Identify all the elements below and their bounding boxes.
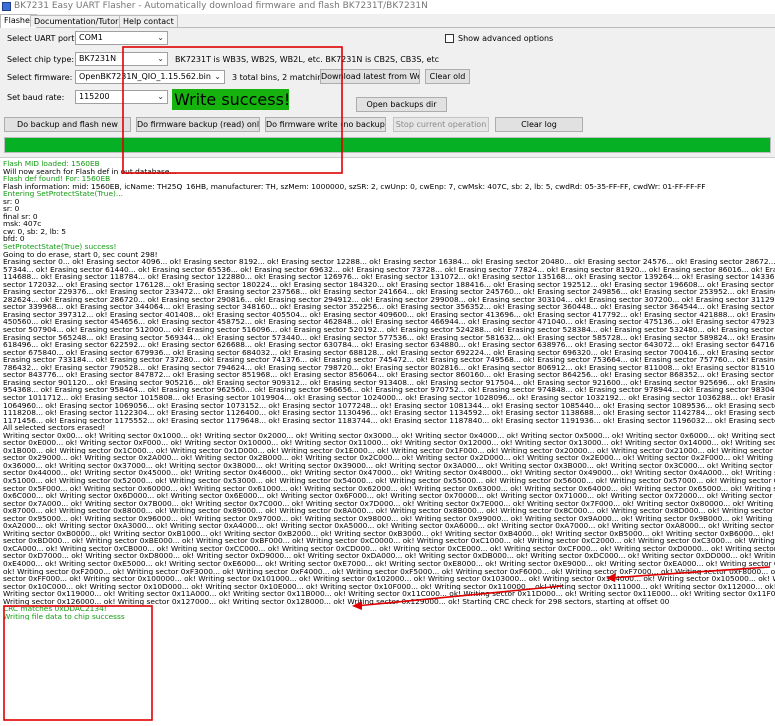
title-bar: BK7231 Easy UART Flasher - Automatically… [0,0,775,14]
log-line: 1064960... ok! Erasing sector 1069056...… [3,401,775,410]
backup-read-button[interactable]: Do firmware backup (read) only [136,117,260,132]
log-line: 0x87000... ok! Writing sector 0x88000...… [3,507,775,515]
open-backups-button[interactable]: Open backups dir [356,97,447,112]
log-line: Erasing sector 229376... ok! Erasing sec… [3,288,775,296]
log-line: 114688... ok! Erasing sector 118784... o… [3,273,775,281]
log-output[interactable]: Flash MID loaded: 1560EB Will now search … [0,157,775,726]
log-line: 954368... ok! Erasing sector 958464... o… [3,386,775,394]
log-line: sector 0x44000... ok! Writing sector 0x4… [3,469,775,477]
log-line: sector 0x95000... ok! Writing sector 0x9… [3,514,775,523]
log-line: sr: 0 [3,197,20,206]
app-icon [2,2,11,11]
log-line: 0x36000... ok! Writing sector 0x37000...… [3,461,775,470]
log-line: 282624... ok! Erasing sector 286720... o… [3,295,775,304]
log-line: 0xCA000... ok! Writing sector 0xCB000...… [3,544,775,553]
download-latest-button[interactable]: Download latest from Web [320,69,420,84]
chevron-down-icon: ⌄ [214,72,221,81]
log-line: Flash MID loaded: 1560EB [3,160,100,168]
log-line: sector 0xE000... ok! Writing sector 0xF0… [3,439,775,447]
log-line: 786432... ok! Erasing sector 790528... o… [3,363,775,372]
log-line: msk: 407c [3,220,42,228]
log-line: Erasing sector 397312... ok! Erasing sec… [3,310,775,319]
log-line: bfd: 0 [3,235,25,244]
tab-help-contact[interactable]: Help contact [119,15,178,27]
log-line: sector 172032... ok! Erasing sector 1761… [3,280,775,289]
write-success-banner: Write success! [172,89,291,110]
log-line: sector 0x7A000... ok! Writing sector 0x7… [3,499,775,508]
log-line: 1118208... ok! Erasing sector 1122304...… [3,409,775,417]
chip-type-value: BK7231N [79,54,117,63]
chevron-down-icon: ⌄ [157,54,164,63]
advanced-options-label: Show advanced options [458,34,554,43]
baud-rate-value: 115200 [79,92,110,101]
log-line: Erasing sector 565248... ok! Erasing sec… [3,333,775,342]
backup-and-flash-button[interactable]: Do backup and flash new [4,117,131,132]
window-title: BK7231 Easy UART Flasher - Automatically… [14,1,428,11]
log-line: CRC matches 0xDDAC2134! [3,605,107,613]
log-line: All selected sectors erased! [3,424,106,432]
progress-bar [4,137,771,153]
log-line: 450560... ok! Erasing sector 454656... o… [3,318,775,327]
log-line: sector 0xFF000... ok! Writing sector 0x1… [3,575,775,583]
log-line: 0x1B000... ok! Writing sector 0x1C000...… [3,446,775,455]
firmware-label: Select firmware: [7,73,73,82]
bins-note: 3 total bins, 2 matching. [232,73,330,82]
log-line: final sr: 0 [3,212,38,221]
chip-type-select[interactable]: BK7231N ⌄ [75,52,168,66]
clear-old-button[interactable]: Clear old [425,69,470,84]
baud-rate-select[interactable]: 115200 ⌄ [75,90,168,104]
log-line: 0x51000... ok! Writing sector 0x52000...… [3,476,775,485]
log-line: Writing sector 0x126000... ok! Writing s… [3,597,670,606]
log-line: Flash information: mid: 1560EB, icName: … [3,182,706,191]
log-line: Entering SetProtectState(True)... [3,190,123,198]
log-line: Erasing sector 901120... ok! Erasing sec… [3,378,775,387]
firmware-select[interactable]: OpenBK7231N_QIO_1.15.562.bin ⌄ [75,70,225,84]
log-line: sector 339968... ok! Erasing sector 3440… [3,303,775,311]
log-line: Writing file data to chip successs [3,612,125,621]
clear-log-button[interactable]: Clear log [495,117,583,132]
firmware-write-button[interactable]: Do firmware write (no backup!) [265,117,386,132]
log-line: 57344... ok! Erasing sector 61440... ok!… [3,265,775,274]
log-line: 1171456... ok! Erasing sector 1175552...… [3,416,775,425]
log-line: sector 843776... ok! Erasing sector 8478… [3,371,775,379]
stop-operation-button[interactable]: Stop current operation [393,117,489,132]
log-line: sector 507904... ok! Erasing sector 5120… [3,326,775,334]
chevron-down-icon: ⌄ [157,33,164,42]
log-line: Erasing sector 0... ok! Erasing sector 4… [3,258,775,266]
log-line: SetProtectState(True) success! [3,243,117,251]
log-line: Writing sector 0x119000... ok! Writing s… [3,590,775,598]
chip-note: BK7231T is WB3S, WB2S, WB2L, etc. BK7231… [175,55,440,64]
log-line: Writing sector 0x00... ok! Writing secto… [3,431,775,440]
uart-port-value: COM1 [79,33,103,42]
log-line: cw: 0, sb: 2, lb: 5 [3,227,67,236]
log-line: sector 0x5F000... ok! Writing sector 0x6… [3,484,775,493]
log-line: 0x6C000... ok! Writing sector 0x6D000...… [3,492,775,500]
log-line: sector 1011712... ok! Erasing sector 101… [3,393,775,402]
baud-label: Set baud rate: [7,93,65,102]
log-line: sector 0xD7000... ok! Writing sector 0xD… [3,552,775,560]
chip-label: Select chip type: [7,55,75,64]
log-line: sector 0x10C000... ok! Writing sector 0x… [3,582,775,591]
tab-strip: Flasher Documentation/Tutorials Help con… [0,14,775,28]
log-line: sr: 0 [3,205,20,213]
log-line: sector 0x29000... ok! Writing sector 0x2… [3,454,775,462]
log-line: sector 675840... ok! Erasing sector 6799… [3,348,775,357]
log-line: Writing sector 0xB0000... ok! Writing se… [3,529,775,538]
log-line: 618496... ok! Erasing sector 622592... o… [3,341,775,349]
advanced-options-checkbox[interactable] [445,34,454,43]
progress-fill [5,138,770,152]
chevron-down-icon: ⌄ [157,92,164,101]
log-line: Will now search for Flash def in out dat… [3,167,177,176]
log-line: Flash def found! For: 1560EB [3,175,111,183]
uart-port-select[interactable]: COM1 ⌄ [75,31,168,45]
log-line: 0xE4000... ok! Writing sector 0xE5000...… [3,559,775,568]
log-line: 0xA2000... ok! Writing sector 0xA3000...… [3,522,775,530]
uart-label: Select UART port: [7,34,78,43]
firmware-value: OpenBK7231N_QIO_1.15.562.bin [79,72,211,81]
log-line: sector 0xBD000... ok! Writing sector 0xB… [3,537,775,545]
log-line: Going to do erase, start 0, sec count 29… [3,250,158,259]
log-line: Erasing sector 733184... ok! Erasing sec… [3,356,775,364]
log-line: ok! Writing sector 0xF2000... ok! Writin… [3,567,775,576]
